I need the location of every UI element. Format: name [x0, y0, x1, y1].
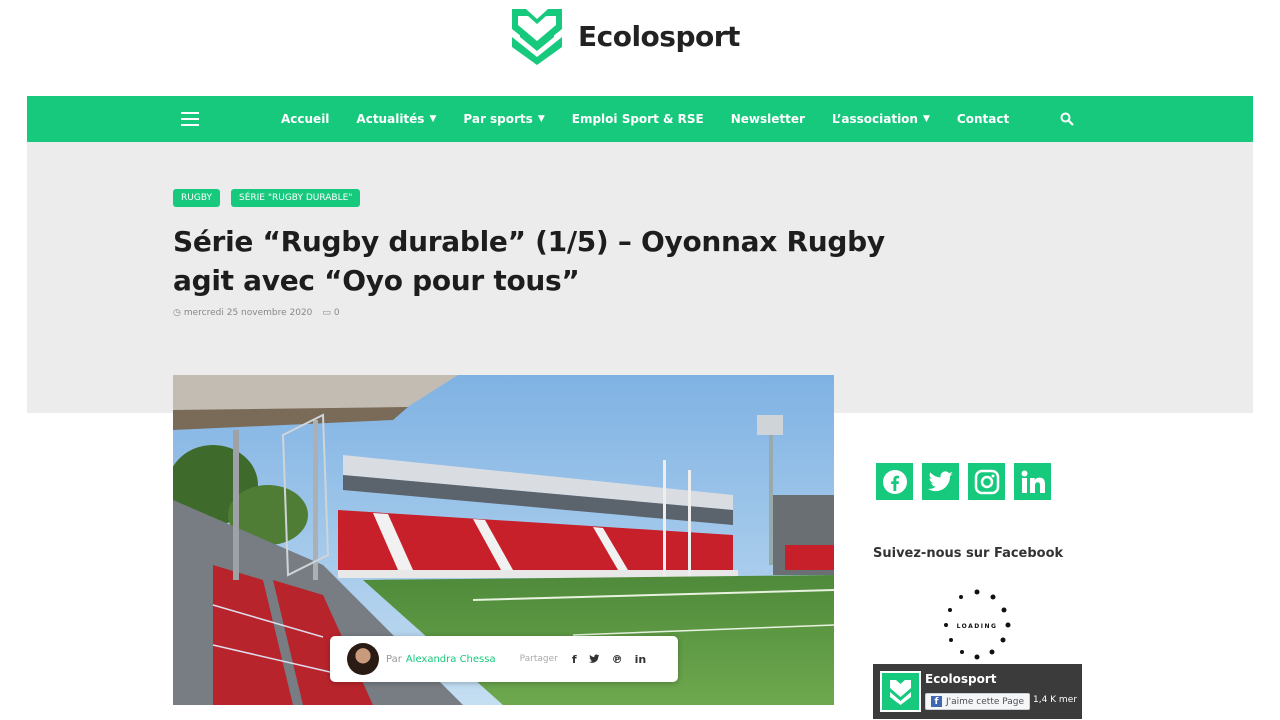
twitter-icon[interactable]	[922, 463, 959, 500]
hamburger-icon[interactable]	[181, 112, 199, 126]
comment-count[interactable]: 0	[334, 308, 340, 318]
nav-menu: Accueil Actualités ▼ Par sports ▼ Emploi S…	[281, 96, 1036, 142]
logo-text: Ecolosport	[578, 19, 740, 53]
search-icon[interactable]	[1059, 111, 1075, 127]
clock-icon: ◷	[173, 308, 181, 318]
nav-item-association[interactable]: L’association ▼	[832, 112, 930, 126]
instagram-icon[interactable]	[968, 463, 1005, 500]
chevron-down-icon: ▼	[922, 114, 930, 124]
linkedin-icon[interactable]	[1014, 463, 1051, 500]
chevron-down-icon: ▼	[537, 114, 545, 124]
logo-chevron-icon	[512, 9, 562, 65]
author-share-card: Par Alexandra Chessa Partager f ℗ in	[330, 636, 678, 682]
fb-page-name[interactable]: Ecolosport	[925, 672, 997, 686]
fb-like-count: 1,4 K mer	[1033, 695, 1077, 705]
facebook-page-widget[interactable]: Ecolosport f J'aime cette Page 1,4 K mer	[873, 664, 1082, 719]
chevron-down-icon: ▼	[429, 114, 437, 124]
linkedin-icon[interactable]: in	[635, 653, 647, 666]
article-date: mercredi 25 novembre 2020	[183, 308, 313, 318]
loading-text: LOADING	[957, 623, 998, 630]
nav-item-par-sports[interactable]: Par sports ▼	[463, 112, 544, 126]
fb-page-logo[interactable]	[880, 671, 921, 712]
pinterest-icon[interactable]: ℗	[612, 653, 623, 666]
nav-item-newsletter[interactable]: Newsletter	[731, 112, 805, 126]
author-link[interactable]: Alexandra Chessa	[406, 654, 496, 665]
social-links	[876, 463, 1060, 500]
logo-chevron-icon	[890, 680, 911, 705]
site-logo[interactable]: Ecolosport	[510, 6, 740, 66]
article-title: Série “Rugby durable” (1/5) – Oyonnax Ru…	[173, 225, 885, 297]
loading-spinner-icon: LOADING	[944, 589, 1011, 660]
tag-rugby[interactable]: RUGBY	[173, 189, 220, 207]
facebook-icon: f	[931, 696, 942, 707]
comment-icon[interactable]: ▭	[322, 308, 331, 318]
avatar[interactable]	[347, 643, 379, 675]
article-meta: ◷ mercredi 25 novembre 2020 ▭ 0	[173, 308, 340, 318]
twitter-icon[interactable]	[588, 654, 600, 664]
fb-like-button[interactable]: f J'aime cette Page	[925, 693, 1031, 710]
nav-item-emploi[interactable]: Emploi Sport & RSE	[572, 112, 704, 126]
article-tags: RUGBY SÉRIE "RUGBY DURABLE"	[173, 189, 371, 207]
facebook-icon[interactable]	[876, 463, 913, 500]
nav-item-accueil[interactable]: Accueil	[281, 112, 329, 126]
tag-serie-rugby-durable[interactable]: SÉRIE "RUGBY DURABLE"	[231, 189, 361, 207]
main-navbar: Accueil Actualités ▼ Par sports ▼ Emploi S…	[27, 96, 1253, 142]
facebook-follow-heading: Suivez-nous sur Facebook	[873, 546, 1064, 561]
author-prefix: Par	[386, 653, 402, 665]
nav-item-actualites[interactable]: Actualités ▼	[356, 112, 436, 126]
nav-item-contact[interactable]: Contact	[957, 112, 1009, 126]
facebook-icon[interactable]: f	[572, 653, 577, 666]
share-label: Partager	[519, 654, 558, 664]
